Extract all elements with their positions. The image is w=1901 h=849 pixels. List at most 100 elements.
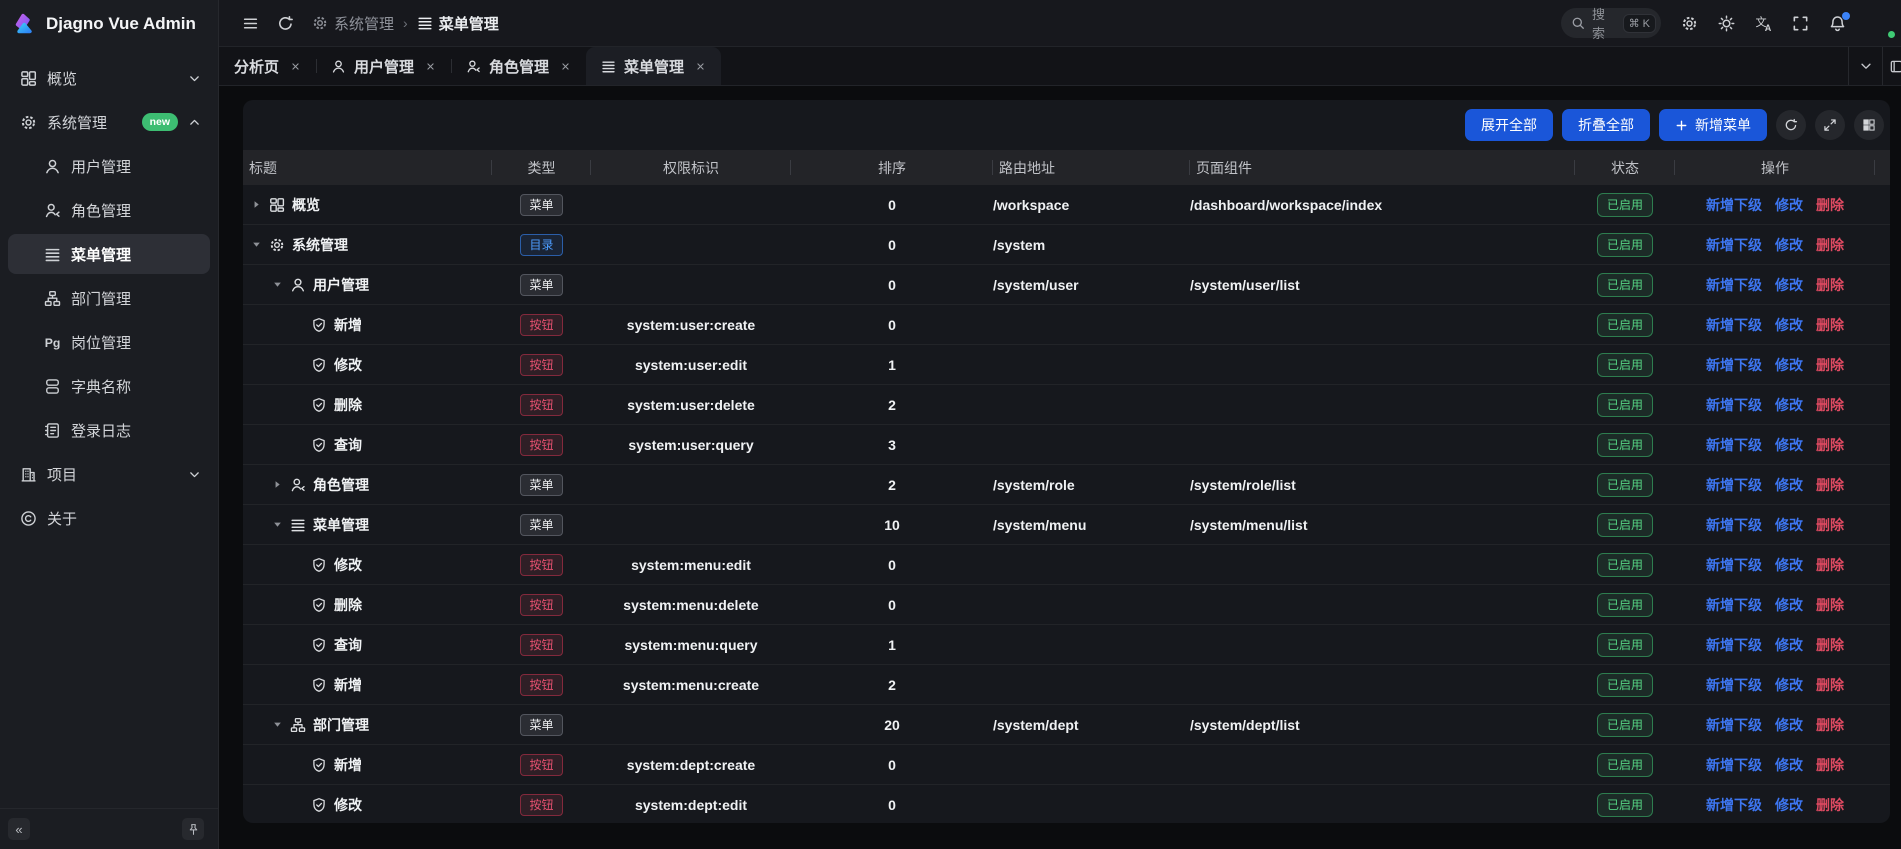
fullscreen-button[interactable] [1792, 15, 1809, 32]
edit-action[interactable]: 修改 [1775, 595, 1803, 615]
menu-toggle-button[interactable] [242, 15, 259, 32]
delete-action[interactable]: 删除 [1816, 395, 1844, 415]
status-badge: 已启用 [1597, 433, 1653, 457]
add-child-action[interactable]: 新增下级 [1706, 635, 1762, 655]
delete-action[interactable]: 删除 [1816, 475, 1844, 495]
edit-action[interactable]: 修改 [1775, 195, 1803, 215]
close-tab-button[interactable] [560, 61, 571, 72]
add-child-action[interactable]: 新增下级 [1706, 315, 1762, 335]
tab-analysis[interactable]: 分析页 [219, 47, 316, 85]
refresh-page-button[interactable] [277, 15, 294, 32]
add-child-action[interactable]: 新增下级 [1706, 715, 1762, 735]
delete-action[interactable]: 删除 [1816, 795, 1844, 815]
caret-down-icon [272, 279, 283, 290]
settings-button[interactable] [1681, 15, 1698, 32]
edit-action[interactable]: 修改 [1775, 355, 1803, 375]
sidebar-item-login-log[interactable]: 登录日志 [8, 410, 210, 450]
add-child-action[interactable]: 新增下级 [1706, 195, 1762, 215]
table-fullscreen-button[interactable] [1815, 110, 1845, 140]
delete-action[interactable]: 删除 [1816, 315, 1844, 335]
delete-action[interactable]: 删除 [1816, 275, 1844, 295]
edit-action[interactable]: 修改 [1775, 755, 1803, 775]
sidebar-item-user-management[interactable]: 用户管理 [8, 146, 210, 186]
collapse-all-button[interactable]: 折叠全部 [1562, 109, 1650, 141]
edit-action[interactable]: 修改 [1775, 795, 1803, 815]
close-tab-button[interactable] [695, 61, 706, 72]
add-child-action[interactable]: 新增下级 [1706, 595, 1762, 615]
add-child-action[interactable]: 新增下级 [1706, 755, 1762, 775]
delete-action[interactable]: 删除 [1816, 435, 1844, 455]
delete-action[interactable]: 删除 [1816, 635, 1844, 655]
title-cell[interactable]: 概览 [243, 185, 492, 224]
table-columns-button[interactable] [1854, 110, 1884, 140]
route-path-cell: /system/user [993, 265, 1190, 304]
collapse-sidebar-button[interactable]: « [8, 818, 30, 840]
add-child-action[interactable]: 新增下级 [1706, 795, 1762, 815]
delete-action[interactable]: 删除 [1816, 515, 1844, 535]
add-child-action[interactable]: 新增下级 [1706, 355, 1762, 375]
component-cell [1190, 785, 1575, 823]
breadcrumb-item-menu[interactable]: 菜单管理 [417, 13, 499, 34]
edit-action[interactable]: 修改 [1775, 275, 1803, 295]
tab-menu-management[interactable]: 菜单管理 [586, 47, 721, 85]
close-tab-button[interactable] [290, 61, 301, 72]
edit-action[interactable]: 修改 [1775, 235, 1803, 255]
sidebar-item-overview[interactable]: 概览 [8, 58, 210, 98]
tab-role-management[interactable]: 角色管理 [451, 47, 586, 85]
add-child-action[interactable]: 新增下级 [1706, 435, 1762, 455]
delete-action[interactable]: 删除 [1816, 195, 1844, 215]
close-tab-button[interactable] [425, 61, 436, 72]
title-cell[interactable]: 部门管理 [243, 705, 492, 744]
edit-action[interactable]: 修改 [1775, 555, 1803, 575]
expand-all-button[interactable]: 展开全部 [1465, 109, 1553, 141]
breadcrumb-item-system[interactable]: 系统管理 [312, 13, 394, 34]
edit-action[interactable]: 修改 [1775, 475, 1803, 495]
edit-action[interactable]: 修改 [1775, 715, 1803, 735]
delete-action[interactable]: 删除 [1816, 235, 1844, 255]
add-child-action[interactable]: 新增下级 [1706, 275, 1762, 295]
add-child-action[interactable]: 新增下级 [1706, 675, 1762, 695]
column-header: 页面组件 [1190, 150, 1575, 185]
tab-user-management[interactable]: 用户管理 [316, 47, 451, 85]
sidebar-item-project[interactable]: 项目 [8, 454, 210, 494]
edit-action[interactable]: 修改 [1775, 635, 1803, 655]
delete-action[interactable]: 删除 [1816, 355, 1844, 375]
language-button[interactable]: 文A [1755, 15, 1772, 32]
sidebar-item-role-management[interactable]: 角色管理 [8, 190, 210, 230]
tab-maximize-button[interactable] [1882, 47, 1901, 85]
add-menu-button[interactable]: 新增菜单 [1659, 109, 1767, 141]
add-child-action[interactable]: 新增下级 [1706, 475, 1762, 495]
theme-toggle-button[interactable] [1718, 15, 1735, 32]
add-child-action[interactable]: 新增下级 [1706, 515, 1762, 535]
add-child-action[interactable]: 新增下级 [1706, 235, 1762, 255]
edit-action[interactable]: 修改 [1775, 395, 1803, 415]
sidebar-item-menu-management[interactable]: 菜单管理 [8, 234, 210, 274]
search-input[interactable]: 搜索 ⌘ K [1561, 8, 1661, 38]
delete-action[interactable]: 删除 [1816, 715, 1844, 735]
user-avatar[interactable] [1866, 9, 1895, 38]
title-cell[interactable]: 菜单管理 [243, 505, 492, 544]
edit-action[interactable]: 修改 [1775, 675, 1803, 695]
title-cell[interactable]: 用户管理 [243, 265, 492, 304]
delete-action[interactable]: 删除 [1816, 755, 1844, 775]
title-cell[interactable]: 系统管理 [243, 225, 492, 264]
pin-sidebar-button[interactable] [182, 818, 204, 840]
sidebar-item-system-management[interactable]: 系统管理new [8, 102, 210, 142]
table-refresh-button[interactable] [1776, 110, 1806, 140]
edit-action[interactable]: 修改 [1775, 315, 1803, 335]
tab-list-dropdown-button[interactable] [1848, 47, 1882, 85]
edit-action[interactable]: 修改 [1775, 435, 1803, 455]
sidebar-item-about[interactable]: 关于 [8, 498, 210, 538]
notifications-button[interactable] [1829, 15, 1846, 32]
delete-action[interactable]: 删除 [1816, 675, 1844, 695]
delete-action[interactable]: 删除 [1816, 555, 1844, 575]
delete-action[interactable]: 删除 [1816, 595, 1844, 615]
title-cell[interactable]: 角色管理 [243, 465, 492, 504]
sidebar-item-dict-management[interactable]: 字典名称 [8, 366, 210, 406]
add-child-action[interactable]: 新增下级 [1706, 395, 1762, 415]
edit-action[interactable]: 修改 [1775, 515, 1803, 535]
sidebar-item-dept-management[interactable]: 部门管理 [8, 278, 210, 318]
add-child-action[interactable]: 新增下级 [1706, 555, 1762, 575]
app-logo[interactable]: Djagno Vue Admin [0, 0, 218, 47]
sidebar-item-post-management[interactable]: Pg岗位管理 [8, 322, 210, 362]
